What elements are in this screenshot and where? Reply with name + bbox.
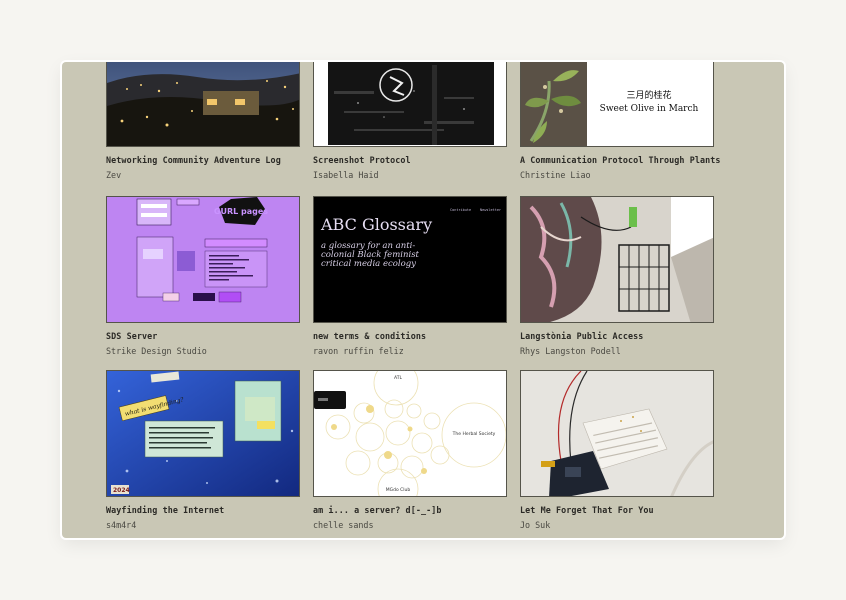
project-thumbnail[interactable] <box>106 62 300 147</box>
project-title[interactable]: am i... a server? d[-_-]b <box>313 505 442 515</box>
project-author: Rhys Langston Podell <box>520 346 621 356</box>
project-author: Strike Design Studio <box>106 346 207 356</box>
project-author: Zev <box>106 170 122 180</box>
wayfinding-year-tag: 2024 <box>113 487 130 494</box>
server-node-atl: ATL <box>394 375 402 381</box>
abc-title: ABC Glossary <box>320 215 432 234</box>
abc-glossary-image: Contribute Newsletter ABC Glossary a glo… <box>314 197 506 322</box>
project-thumbnail[interactable] <box>520 196 714 323</box>
olive-title-en: Sweet Olive in March <box>600 104 699 114</box>
project-author: Jo Suk <box>520 520 551 530</box>
project-title[interactable]: SDS Server <box>106 331 157 341</box>
project-gallery: Networking Community Adventure Log Zev S… <box>62 62 784 538</box>
project-title[interactable]: Screenshot Protocol <box>313 155 411 165</box>
project-author: Isabella Haid <box>313 170 379 180</box>
project-author: Christine Liao <box>520 170 591 180</box>
screenshot-protocol-image <box>314 62 506 146</box>
server-bubbles-image: ATL The Herbal Society MGdo Club <box>314 371 506 496</box>
project-author: s4m4r4 <box>106 520 137 530</box>
project-thumbnail[interactable]: what is wayfinding? 2024 <box>106 370 300 497</box>
project-title[interactable]: A Communication Protocol Through Plants <box>520 155 721 165</box>
olive-title-zh: 三月的桂花 <box>626 89 671 101</box>
project-title[interactable]: Langstònia Public Access <box>520 331 643 341</box>
project-title[interactable]: new terms & conditions <box>313 331 426 341</box>
abc-subtitle-3: critical media ecology <box>321 259 416 269</box>
sweet-olive-image: 三月的桂花 Sweet Olive in March <box>521 62 713 146</box>
abc-nav-contribute: Contribute <box>450 208 471 212</box>
abc-nav-newsletter: Newsletter <box>480 208 501 212</box>
breadboard-image <box>521 371 713 496</box>
langstonia-image <box>521 197 713 322</box>
project-title[interactable]: Networking Community Adventure Log <box>106 155 281 165</box>
project-title[interactable]: Wayfinding the Internet <box>106 505 224 515</box>
gurl-logo-text: GURL pages <box>214 207 268 216</box>
project-thumbnail[interactable]: Contribute Newsletter ABC Glossary a glo… <box>313 196 507 323</box>
project-thumbnail[interactable] <box>520 370 714 497</box>
wayfinding-image: what is wayfinding? 2024 <box>107 371 299 496</box>
project-author: chelle sands <box>313 520 374 530</box>
night-city-image <box>107 62 299 146</box>
server-node-club: MGdo Club <box>386 487 411 493</box>
project-thumbnail[interactable]: GURL pages <box>106 196 300 323</box>
project-thumbnail[interactable]: 三月的桂花 Sweet Olive in March <box>520 62 714 147</box>
project-thumbnail[interactable]: ATL The Herbal Society MGdo Club <box>313 370 507 497</box>
project-title[interactable]: Let Me Forget That For You <box>520 505 654 515</box>
server-node-herbal: The Herbal Society <box>452 431 496 437</box>
project-author: ravon ruffin feliz <box>313 346 404 356</box>
gurl-pages-image: GURL pages <box>107 197 299 322</box>
project-thumbnail[interactable] <box>313 62 507 147</box>
